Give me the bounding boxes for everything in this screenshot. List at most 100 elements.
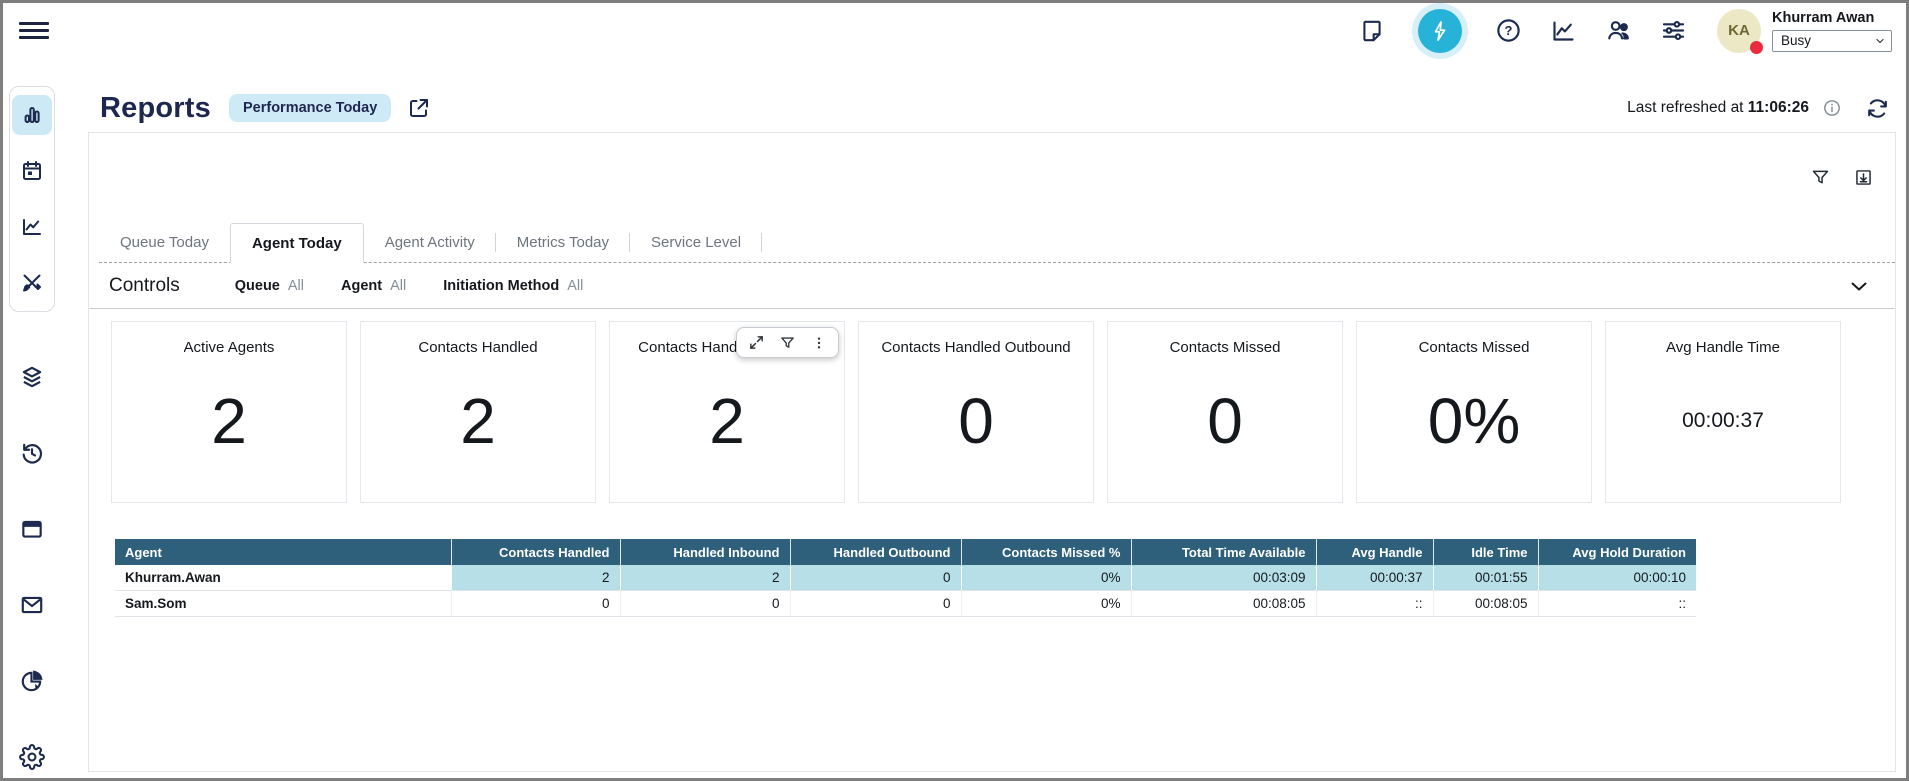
layers-icon[interactable] bbox=[18, 363, 46, 391]
card-active-agents[interactable]: Active Agents 2 bbox=[111, 321, 347, 503]
card-filter-icon[interactable] bbox=[779, 334, 796, 351]
history-icon[interactable] bbox=[18, 439, 46, 467]
sidebar-item-analytics[interactable] bbox=[12, 207, 52, 247]
col-total-time-available[interactable]: Total Time Available bbox=[1131, 539, 1316, 565]
refresh-icon[interactable] bbox=[1865, 96, 1890, 121]
left-sidebar bbox=[3, 58, 61, 778]
col-avg-hold-duration[interactable]: Avg Hold Duration bbox=[1538, 539, 1696, 565]
col-idle-time[interactable]: Idle Time bbox=[1433, 539, 1538, 565]
cell: 0 bbox=[790, 591, 961, 617]
card-contacts-missed[interactable]: Contacts Missed 0 bbox=[1107, 321, 1343, 503]
design-brush-icon bbox=[20, 271, 44, 295]
tab-agent-today[interactable]: Agent Today bbox=[230, 223, 364, 263]
sidebar-lower-group bbox=[18, 363, 46, 771]
panel-actions bbox=[1809, 166, 1874, 188]
col-agent[interactable]: Agent bbox=[115, 539, 451, 565]
last-refreshed-time: 11:06:26 bbox=[1748, 99, 1809, 116]
kebab-menu-icon[interactable] bbox=[810, 334, 827, 351]
cell: 00:03:09 bbox=[1131, 565, 1316, 591]
cell: 00:08:05 bbox=[1433, 591, 1538, 617]
col-contacts-missed-pct[interactable]: Contacts Missed % bbox=[961, 539, 1131, 565]
filter-queue[interactable]: QueueAll bbox=[235, 278, 304, 294]
cell: 2 bbox=[451, 565, 620, 591]
line-chart-icon bbox=[20, 215, 44, 239]
table-header-row: Agent Contacts Handled Handled Inbound H… bbox=[115, 539, 1696, 565]
controls-bar: Controls QueueAll AgentAll Initiation Me… bbox=[89, 263, 1895, 309]
status-select[interactable]: Busy bbox=[1772, 30, 1892, 52]
settings-sliders-icon[interactable] bbox=[1658, 16, 1688, 46]
filter-agent[interactable]: AgentAll bbox=[341, 278, 406, 294]
external-link-icon[interactable] bbox=[407, 96, 431, 120]
cell: :: bbox=[1538, 591, 1696, 617]
agent-name-cell: Sam.Som bbox=[115, 591, 451, 617]
last-refreshed-text: Last refreshed at 11:06:26 bbox=[1627, 99, 1809, 117]
lightning-bolt-button[interactable] bbox=[1418, 9, 1462, 53]
contacts-icon[interactable] bbox=[1603, 16, 1633, 46]
tab-agent-activity[interactable]: Agent Activity bbox=[364, 223, 496, 262]
info-icon[interactable] bbox=[1822, 98, 1842, 118]
filter-initiation-method[interactable]: Initiation MethodAll bbox=[443, 278, 583, 294]
expand-icon[interactable] bbox=[748, 334, 765, 351]
card-contacts-handled[interactable]: Contacts Handled 2 bbox=[360, 321, 596, 503]
download-icon[interactable] bbox=[1852, 166, 1874, 188]
tab-queue-today[interactable]: Queue Today bbox=[99, 223, 230, 262]
topbar-actions: ? KA Khurram Awan Busy bbox=[1357, 3, 1892, 59]
page-title: Reports bbox=[100, 92, 211, 125]
cell: :: bbox=[1316, 591, 1433, 617]
user-meta: Khurram Awan Busy bbox=[1772, 10, 1892, 52]
cell: 0% bbox=[961, 591, 1131, 617]
filter-icon[interactable] bbox=[1809, 166, 1831, 188]
quick-actions-halo bbox=[1412, 3, 1468, 59]
refresh-area: Last refreshed at 11:06:26 bbox=[1627, 96, 1890, 121]
col-contacts-handled[interactable]: Contacts Handled bbox=[451, 539, 620, 565]
agent-name-cell: Khurram.Awan bbox=[115, 565, 451, 591]
cell: 0 bbox=[620, 591, 790, 617]
main-content: Reports Performance Today Last refreshed… bbox=[61, 58, 1906, 778]
status-dot bbox=[1750, 41, 1763, 54]
sidebar-item-reports[interactable] bbox=[12, 95, 52, 135]
metrics-icon[interactable] bbox=[1548, 16, 1578, 46]
card-avg-handle-time[interactable]: Avg Handle Time 00:00:37 bbox=[1605, 321, 1841, 503]
tab-service-level[interactable]: Service Level bbox=[630, 223, 762, 262]
col-handled-inbound[interactable]: Handled Inbound bbox=[620, 539, 790, 565]
bar-chart-icon bbox=[20, 103, 44, 127]
calendar-icon bbox=[20, 159, 44, 183]
controls-collapse-chevron-icon[interactable] bbox=[1847, 274, 1871, 298]
help-icon[interactable]: ? bbox=[1493, 16, 1523, 46]
agent-table-wrap: Agent Contacts Handled Handled Inbound H… bbox=[115, 539, 1895, 617]
hamburger-menu-icon[interactable] bbox=[19, 19, 49, 43]
card-contacts-handled-outbound[interactable]: Contacts Handled Outbound 0 bbox=[858, 321, 1094, 503]
cell: 0% bbox=[961, 565, 1131, 591]
sidebar-nav-group bbox=[9, 86, 55, 312]
agent-table: Agent Contacts Handled Handled Inbound H… bbox=[115, 539, 1696, 617]
table-row[interactable]: Khurram.Awan 2 2 0 0% 00:03:09 00:00:37 … bbox=[115, 565, 1696, 591]
table-row[interactable]: Sam.Som 0 0 0 0% 00:08:05 :: 00:08:05 :: bbox=[115, 591, 1696, 617]
card-contacts-handled-inbound[interactable]: Contacts Handled Inbound 2 bbox=[609, 321, 845, 503]
notes-icon[interactable] bbox=[1357, 16, 1387, 46]
gear-icon[interactable] bbox=[18, 743, 46, 771]
browser-window-icon[interactable] bbox=[18, 515, 46, 543]
metric-cards: Active Agents 2 Contacts Handled 2 Conta… bbox=[111, 321, 1895, 503]
col-avg-handle[interactable]: Avg Handle bbox=[1316, 539, 1433, 565]
app-window: ? KA Khurram Awan Busy bbox=[0, 0, 1909, 781]
report-tabs: Queue Today Agent Today Agent Activity M… bbox=[99, 223, 1895, 263]
page-header: Reports Performance Today Last refreshed… bbox=[100, 88, 1890, 128]
mail-icon[interactable] bbox=[18, 591, 46, 619]
cell: 00:00:37 bbox=[1316, 565, 1433, 591]
user-name: Khurram Awan bbox=[1772, 10, 1892, 26]
sidebar-item-schedule[interactable] bbox=[12, 151, 52, 191]
card-hover-toolbar bbox=[736, 327, 839, 358]
cell: 2 bbox=[620, 565, 790, 591]
status-select-value: Busy bbox=[1781, 33, 1811, 48]
cell: 0 bbox=[451, 591, 620, 617]
cell: 00:08:05 bbox=[1131, 591, 1316, 617]
col-handled-outbound[interactable]: Handled Outbound bbox=[790, 539, 961, 565]
user-area: KA Khurram Awan Busy bbox=[1717, 9, 1892, 53]
card-contacts-missed-pct[interactable]: Contacts Missed 0% bbox=[1356, 321, 1592, 503]
pie-chart-icon[interactable] bbox=[18, 667, 46, 695]
avatar[interactable]: KA bbox=[1717, 9, 1761, 53]
tab-metrics-today[interactable]: Metrics Today bbox=[496, 223, 630, 262]
sidebar-item-customize[interactable] bbox=[12, 263, 52, 303]
cell: 0 bbox=[790, 565, 961, 591]
report-badge[interactable]: Performance Today bbox=[229, 94, 391, 122]
